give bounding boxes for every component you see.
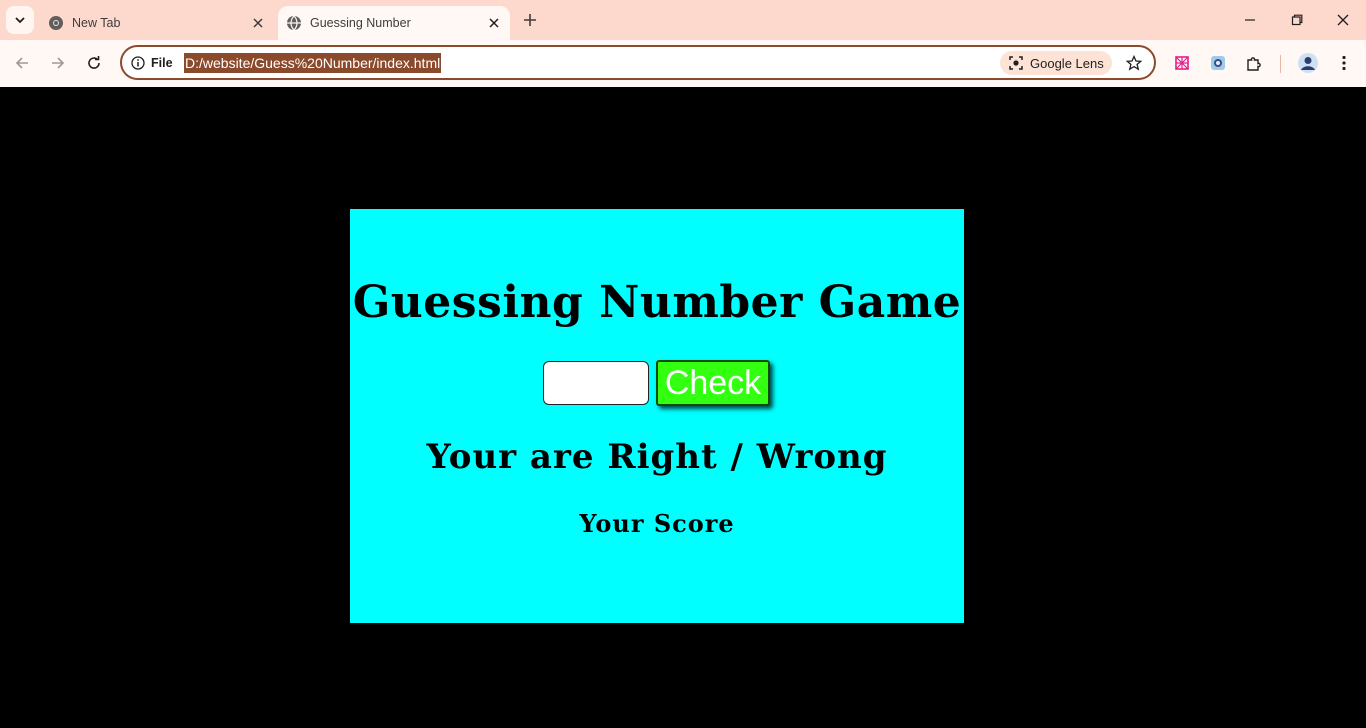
result-message: Your are Right / Wrong xyxy=(426,437,888,477)
close-window-button[interactable] xyxy=(1329,6,1357,34)
tab-guessing-number[interactable]: Guessing Number xyxy=(278,6,510,40)
back-arrow-icon xyxy=(15,57,28,69)
extension-button[interactable] xyxy=(1170,51,1194,75)
tab-title: New Tab xyxy=(72,16,121,30)
game-card: Guessing Number Game Check Your are Righ… xyxy=(350,209,964,623)
check-button[interactable]: Check xyxy=(656,360,770,406)
bookmark-star-button[interactable] xyxy=(1122,51,1146,75)
toolbar-divider xyxy=(1280,55,1281,73)
game-title: Guessing Number Game xyxy=(352,277,962,328)
close-icon xyxy=(1337,14,1349,26)
tab-new-tab[interactable]: New Tab xyxy=(38,6,274,40)
google-lens-label: Google Lens xyxy=(1030,55,1104,71)
tab-title: Guessing Number xyxy=(310,16,411,30)
avatar xyxy=(1298,53,1318,73)
star-icon xyxy=(1126,55,1142,71)
plus-icon xyxy=(524,14,536,26)
globe-icon xyxy=(286,15,302,31)
address-bar[interactable]: File D:/website/Guess%20Number/index.htm… xyxy=(120,45,1156,80)
browser-menu-button[interactable] xyxy=(1332,51,1356,75)
chrome-icon xyxy=(48,15,64,31)
close-tab-icon[interactable] xyxy=(248,13,268,33)
grid-extension-icon xyxy=(1175,56,1189,70)
tab-strip: New Tab Guessing Number xyxy=(0,0,1366,40)
browser-toolbar: File D:/website/Guess%20Number/index.htm… xyxy=(0,40,1366,87)
puzzle-icon xyxy=(1247,57,1261,71)
restore-button[interactable] xyxy=(1283,6,1311,34)
forward-arrow-icon xyxy=(52,57,65,69)
page-viewport: Guessing Number Game Check Your are Righ… xyxy=(0,87,1366,728)
site-info-chip[interactable]: File xyxy=(131,54,173,72)
profile-button[interactable] xyxy=(1296,51,1320,75)
forward-button[interactable] xyxy=(44,49,72,77)
minimize-button[interactable] xyxy=(1236,6,1264,34)
score-label: Your Score xyxy=(579,509,735,538)
url-text[interactable]: D:/website/Guess%20Number/index.html xyxy=(184,53,442,73)
extension-button[interactable] xyxy=(1206,51,1230,75)
site-info-label: File xyxy=(151,56,173,70)
chevron-down-icon xyxy=(15,17,25,24)
restore-icon xyxy=(1291,14,1303,26)
extensions-menu-button[interactable] xyxy=(1242,51,1266,75)
google-lens-button[interactable]: Google Lens xyxy=(1000,51,1112,75)
back-button[interactable] xyxy=(8,49,36,77)
new-tab-button[interactable] xyxy=(518,8,542,32)
record-extension-icon xyxy=(1211,56,1225,70)
close-tab-icon[interactable] xyxy=(484,13,504,33)
info-icon xyxy=(131,56,145,70)
reload-button[interactable] xyxy=(80,49,108,77)
kebab-menu-icon xyxy=(1342,55,1346,71)
guess-input[interactable] xyxy=(543,361,649,405)
reload-icon xyxy=(88,56,100,69)
lens-icon xyxy=(1009,56,1023,70)
tab-search-button[interactable] xyxy=(6,6,34,34)
minimize-icon xyxy=(1245,19,1255,21)
